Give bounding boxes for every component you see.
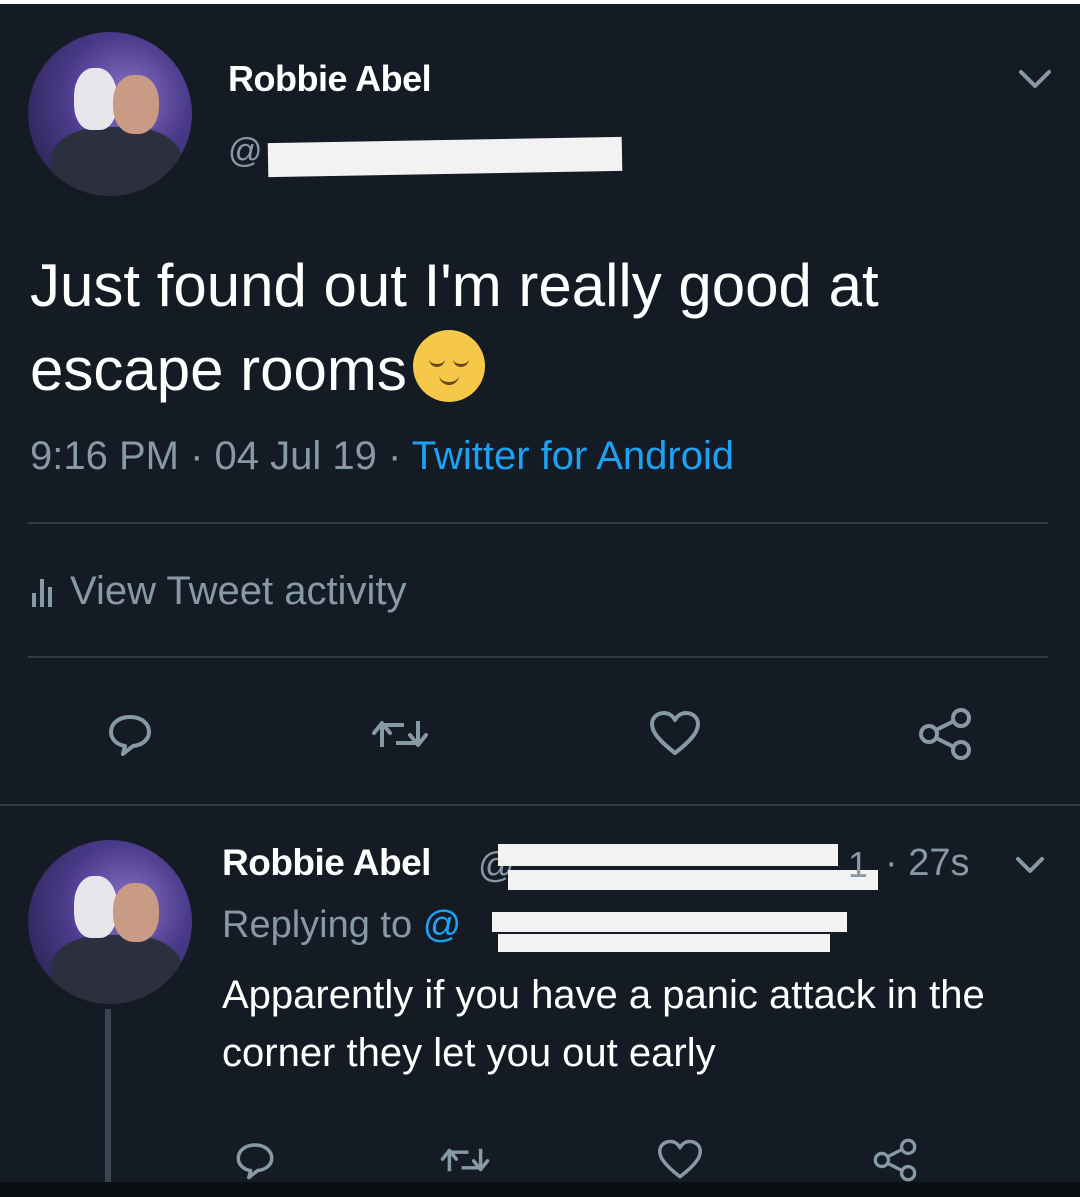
reply-button[interactable] xyxy=(225,1130,285,1190)
replying-to-line: Replying to @ xyxy=(222,904,461,947)
tweet-actions xyxy=(0,704,1080,764)
reply-author-name[interactable]: Robbie Abel xyxy=(222,842,431,884)
analytics-bars-icon xyxy=(32,577,52,607)
reply-text: Apparently if you have a panic attack in… xyxy=(222,973,985,1075)
tweet-meta: 9:16 PM · 04 Jul 19 · Twitter for Androi… xyxy=(30,434,734,479)
retweet-icon xyxy=(372,721,428,747)
meta-separator: · xyxy=(388,434,402,478)
bottom-edge xyxy=(0,1182,1080,1197)
share-icon xyxy=(873,1138,917,1182)
chevron-down-icon[interactable] xyxy=(1015,64,1055,94)
reply-handle-tail: 1 xyxy=(848,844,869,885)
handle-redaction-bar xyxy=(267,136,623,178)
chevron-down-icon[interactable] xyxy=(1012,852,1048,878)
share-icon xyxy=(919,708,971,760)
reply-time: 27s xyxy=(908,842,970,884)
heart-icon xyxy=(650,711,700,755)
tweet-date: 04 Jul 19 xyxy=(214,434,377,478)
author-name[interactable]: Robbie Abel xyxy=(228,58,432,100)
tweet-thread-screen: Robbie Abel @ Just found out I'm really … xyxy=(0,4,1080,1190)
divider xyxy=(28,656,1048,658)
reply-actions xyxy=(0,1130,1080,1190)
like-button[interactable] xyxy=(645,704,705,764)
meta-separator: · xyxy=(885,842,898,884)
reply-author-avatar[interactable] xyxy=(28,840,192,1004)
comment-icon xyxy=(236,1143,274,1180)
share-button[interactable] xyxy=(915,704,975,764)
retweet-button[interactable] xyxy=(435,1130,495,1190)
share-button[interactable] xyxy=(865,1130,925,1190)
replying-to-handle[interactable]: @ xyxy=(423,904,462,946)
like-button[interactable] xyxy=(650,1130,710,1190)
author-handle-prefix: @ xyxy=(228,132,263,170)
handle-redaction-bar xyxy=(492,912,847,932)
comment-icon xyxy=(109,715,151,756)
handle-redaction-bar xyxy=(498,844,838,866)
tweet-time: 9:16 PM xyxy=(30,434,179,478)
section-divider xyxy=(0,804,1080,806)
activity-label: View Tweet activity xyxy=(70,569,407,613)
retweet-icon xyxy=(440,1148,490,1172)
handle-redaction-bar xyxy=(508,870,878,890)
retweet-button[interactable] xyxy=(370,704,430,764)
author-avatar[interactable] xyxy=(28,32,192,196)
tweet-text: Just found out I'm really good at escape… xyxy=(30,244,1040,412)
handle-redaction-bar xyxy=(498,934,830,952)
tweet-source-link[interactable]: Twitter for Android xyxy=(412,434,734,478)
relieved-face-icon xyxy=(412,330,485,402)
view-tweet-activity-link[interactable]: View Tweet activity xyxy=(32,569,406,614)
reply-timestamp: · 27s xyxy=(885,842,970,885)
divider xyxy=(28,522,1048,524)
meta-separator: · xyxy=(190,434,204,478)
reply-button[interactable] xyxy=(100,704,160,764)
heart-icon xyxy=(658,1139,702,1179)
replying-to-label: Replying to xyxy=(222,904,413,946)
